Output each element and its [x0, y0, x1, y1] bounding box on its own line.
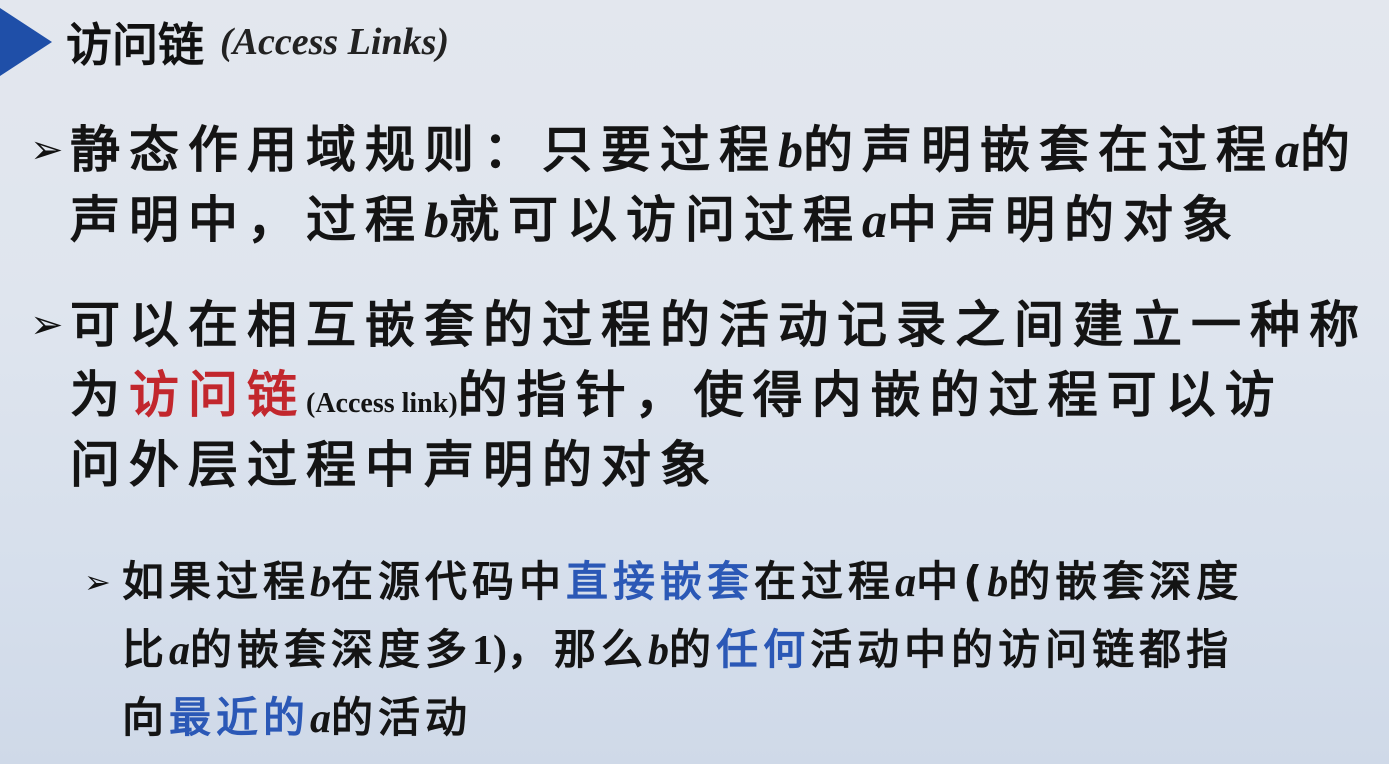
p3-line-2: 比a的嵌套深度多1)，那么b的任何活动中的访问链都指	[122, 625, 1234, 674]
arrow-bullet-icon: ➢	[84, 563, 111, 601]
p2-line-2: 为访问链(Access link)的指针，使得内嵌的过程可以访	[70, 366, 1284, 424]
p3-line-1: 如果过程b在源代码中直接嵌套在过程a中(b的嵌套深度	[122, 557, 1244, 606]
p2-line-3: 问外层过程中声明的对象	[70, 436, 719, 494]
arrow-bullet-icon: ➢	[30, 127, 64, 173]
title-chinese: 访问链	[66, 18, 204, 72]
access-link-term: 访问链	[129, 366, 306, 424]
sub-bullet-paragraph: ➢ 如果过程b在源代码中直接嵌套在过程a中(b的嵌套深度 比a的嵌套深度多1)，…	[84, 548, 1243, 752]
p3-line-3: 向最近的a的活动	[122, 693, 473, 742]
p1-line-2: 声明中，过程b就可以访问过程a中声明的对象	[70, 191, 1241, 249]
direct-nesting-term: 直接嵌套	[566, 557, 755, 606]
bullet-paragraph-1: ➢ 静态作用域规则：只要过程b的声明嵌套在过程a的 声明中，过程b就可以访问过程…	[30, 115, 1359, 255]
slide-title: 访问链 (Access Links)	[66, 8, 449, 76]
most-recent-term: 最近的	[169, 693, 311, 742]
p1-line-1: 静态作用域规则：只要过程b的声明嵌套在过程a的	[70, 121, 1359, 179]
arrow-bullet-icon: ➢	[30, 302, 64, 348]
title-marker-icon	[0, 8, 52, 76]
bullet-paragraph-2: ➢ 可以在相互嵌套的过程的活动记录之间建立一种称 为访问链(Access lin…	[30, 290, 1368, 500]
any-term: 任何	[716, 625, 811, 674]
title-english: (Access Links)	[220, 21, 450, 63]
p2-line-1: 可以在相互嵌套的过程的活动记录之间建立一种称	[70, 296, 1368, 354]
